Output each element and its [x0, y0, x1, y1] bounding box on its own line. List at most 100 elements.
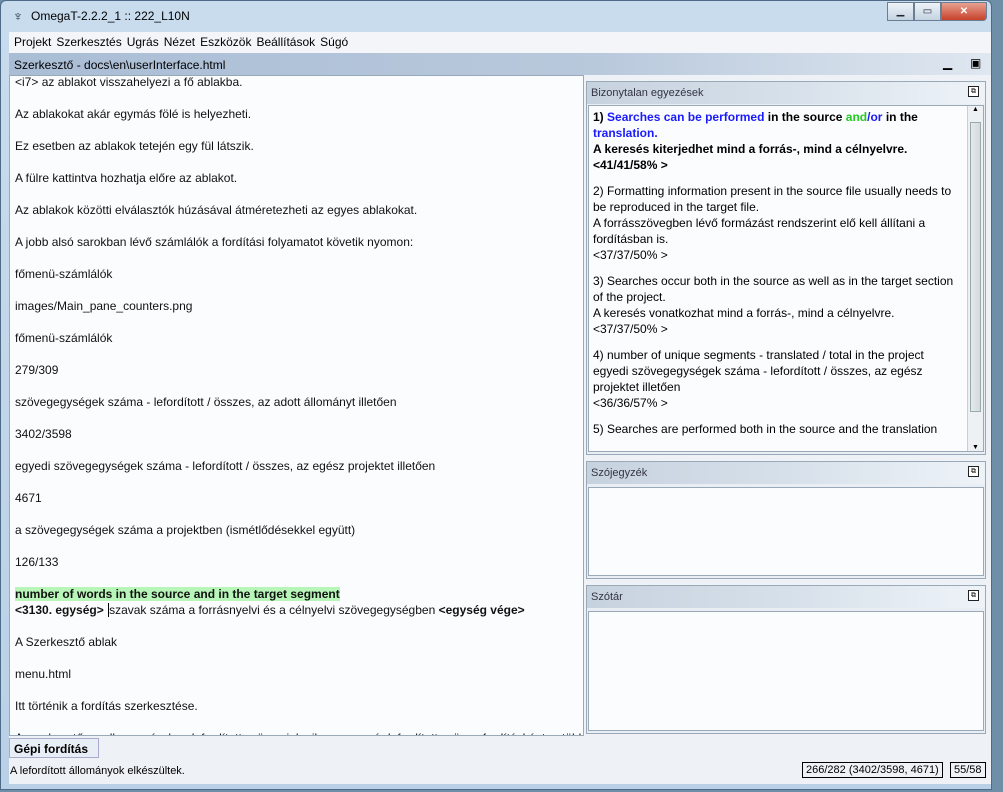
minimize-button[interactable]: ▁ [887, 2, 914, 21]
segment-end-tag: <egység vége> [438, 603, 525, 617]
match-number: 1) [593, 110, 604, 124]
undock-icon[interactable]: ⧉ [968, 590, 979, 601]
fuzzy-match-2[interactable]: 2) Formatting information present in the… [593, 183, 965, 263]
segment-text: 279/309 [15, 363, 59, 377]
segment-line[interactable]: a szövegegységek száma a projektben (ism… [15, 523, 355, 537]
status-bar: A lefordított állományok elkészültek. 26… [9, 760, 991, 782]
segment-line[interactable]: Az ablakok közötti elválasztók húzásával… [15, 203, 417, 217]
window-title: OmegaT-2.2.2_1 :: 222_L10N [31, 9, 190, 23]
match-text: in the source [767, 110, 843, 124]
segment-line[interactable]: Az ablakokat akár egymás fölé is helyezh… [15, 107, 251, 121]
segment-line[interactable]: images/Main_pane_counters.png [15, 299, 192, 313]
menu-sugo[interactable]: Súgó [319, 32, 352, 53]
segment-text: images/Main_pane_counters.png [15, 299, 193, 313]
segment-line[interactable]: A Szerkesztő ablak [15, 635, 117, 649]
match-target: egyedi szövegegységek száma - lefordítot… [593, 364, 923, 394]
segment-line[interactable]: Ez esetben az ablakok tetején egy fül lá… [15, 139, 254, 153]
scroll-up-icon[interactable]: ▲ [968, 106, 983, 113]
menu-projekt[interactable]: Projekt [13, 32, 55, 53]
fuzzy-match-1[interactable]: 1) Searches can be performed in the sour… [593, 109, 965, 173]
segment-text: Ez esetben az ablakok tetején egy fül lá… [15, 139, 254, 153]
match-score: <37/37/50% > [593, 322, 668, 336]
segment-text: A szerkesztőpanelben a részben lefordíto… [15, 731, 583, 735]
scroll-down-icon[interactable]: ▼ [968, 444, 983, 451]
segment-text: főmenü-számlálók [15, 331, 113, 345]
undock-icon[interactable]: ⧉ [968, 86, 979, 97]
match-source: 5) Searches are performed both in the so… [593, 422, 938, 436]
segment-text: A fülre kattintva hozhatja előre az abla… [15, 171, 238, 185]
menu-nezet[interactable]: Nézet [163, 32, 199, 53]
segment-line[interactable]: <i7> az ablakot visszahelyezi a fő ablak… [15, 76, 242, 89]
menu-szerkesztes[interactable]: Szerkesztés [55, 32, 125, 53]
maximize-pane-icon[interactable]: ▣ [970, 56, 981, 70]
segment-start-tag: <3130. egység> [15, 603, 104, 617]
segment-line[interactable]: főmenü-számlálók [15, 267, 112, 281]
segment-line[interactable]: egyedi szövegegységek száma - lefordítot… [15, 459, 435, 473]
match-diff: translation. [593, 126, 658, 140]
segment-line[interactable]: szövegegységek száma - lefordított / öss… [15, 395, 397, 409]
segment-text: 126/133 [15, 555, 59, 569]
menu-beallitasok[interactable]: Beállítások [255, 32, 319, 53]
segment-line[interactable]: number of words in the source and in the… [15, 587, 340, 601]
match-diff: and [845, 110, 868, 124]
editor-pane[interactable]: <i7> az ablakot visszahelyezi a fő ablak… [9, 75, 584, 736]
editor-title: Szerkesztő - docs\en\userInterface.html [14, 58, 226, 72]
segment-line[interactable]: 4671 [15, 491, 42, 505]
match-diff: /or [867, 110, 883, 124]
segment-text: A Szerkesztő ablak [15, 635, 118, 649]
glossary-pane: Szójegyzék ⧉ [586, 461, 986, 579]
menu-eszkozok[interactable]: Eszközök [199, 32, 255, 53]
fuzzy-matches-pane: Bizonytalan egyezések ⧉ 1) Searches can … [586, 81, 986, 455]
segment-line[interactable]: főmenü-számlálók [15, 331, 112, 345]
menu-ugras[interactable]: Ugrás [126, 32, 163, 53]
segment-line[interactable]: <3130. egység> szavak száma a forrásnyel… [15, 603, 525, 617]
match-target: A forrásszövegben lévő formázást rendsze… [593, 216, 926, 246]
progress-counter: 266/282 (3402/3598, 4671) [802, 762, 943, 778]
tab-machine-translation[interactable]: Gépi fordítás [9, 738, 99, 758]
close-button[interactable]: ✕ [941, 2, 987, 21]
segment-line[interactable]: A jobb alsó sarokban lévő számlálók a fo… [15, 235, 413, 249]
char-counter: 55/58 [950, 762, 986, 778]
active-target-input[interactable]: szavak száma a forrásnyelvi és a célnyel… [108, 603, 436, 617]
fuzzy-scrollbar[interactable]: ▲ ▼ [967, 106, 983, 451]
fuzzy-match-5[interactable]: 5) Searches are performed both in the so… [593, 421, 965, 437]
dictionary-content[interactable] [588, 611, 984, 731]
match-score: <36/36/57% > [593, 396, 668, 410]
match-source: 4) number of unique segments - translate… [593, 348, 924, 362]
segment-text: főmenü-számlálók [15, 267, 113, 281]
fuzzy-matches-title: Bizonytalan egyezések [587, 82, 985, 104]
undock-icon[interactable]: ⧉ [968, 466, 979, 477]
scrollbar-thumb[interactable] [970, 122, 981, 412]
fuzzy-match-3[interactable]: 3) Searches occur both in the source as … [593, 273, 965, 337]
active-source: number of words in the source and in the… [15, 587, 340, 601]
minimize-pane-icon[interactable]: ▁ [943, 56, 952, 70]
maximize-button[interactable]: ▭ [914, 2, 941, 21]
dictionary-title: Szótár [587, 586, 985, 608]
menu-bar: Projekt Szerkesztés Ugrás Nézet Eszközök… [9, 32, 991, 53]
fuzzy-match-4[interactable]: 4) number of unique segments - translate… [593, 347, 965, 411]
segment-line[interactable]: A fülre kattintva hozhatja előre az abla… [15, 171, 237, 185]
segment-line[interactable]: menu.html [15, 667, 71, 681]
dictionary-pane: Szótár ⧉ [586, 585, 986, 734]
segment-line[interactable]: 279/309 [15, 363, 58, 377]
segment-line[interactable]: 126/133 [15, 555, 58, 569]
glossary-title: Szójegyzék [587, 462, 985, 484]
segment-text: 4671 [15, 491, 42, 505]
match-diff: Searches can be performed [607, 110, 765, 124]
segment-text: A jobb alsó sarokban lévő számlálók a fo… [15, 235, 414, 249]
title-bar[interactable]: ♆ OmegaT-2.2.2_1 :: 222_L10N ▁ ▭ ✕ [1, 1, 991, 31]
segment-text: a szövegegységek száma a projektben (ism… [15, 523, 356, 537]
glossary-content[interactable] [588, 487, 984, 576]
match-source: 2) Formatting information present in the… [593, 184, 952, 214]
match-source: 3) Searches occur both in the source as … [593, 274, 954, 304]
segment-line[interactable]: A szerkesztőpanelben a részben lefordíto… [15, 731, 583, 735]
status-message: A lefordított állományok elkészültek. [10, 765, 185, 777]
segment-text: Az ablakok közötti elválasztók húzásával… [15, 203, 418, 217]
segment-text: menu.html [15, 667, 72, 681]
segment-line[interactable]: Itt történik a fordítás szerkesztése. [15, 699, 198, 713]
omegat-logo-icon: ♆ [12, 8, 24, 24]
segment-text: egyedi szövegegységek száma - lefordítot… [15, 459, 436, 473]
match-target: A keresés kiterjedhet mind a forrás-, mi… [593, 142, 908, 156]
match-target: A keresés vonatkozhat mind a forrás-, mi… [593, 306, 895, 320]
segment-line[interactable]: 3402/3598 [15, 427, 72, 441]
